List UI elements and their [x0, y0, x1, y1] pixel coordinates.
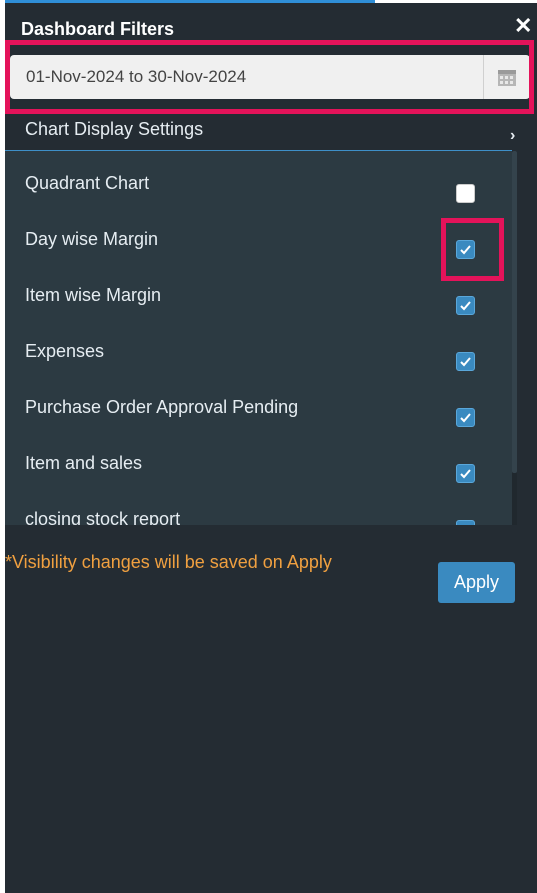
- checkbox[interactable]: [456, 464, 475, 483]
- list-item: Item and sales: [5, 431, 512, 487]
- apply-button[interactable]: Apply: [438, 562, 515, 603]
- check-icon: [460, 413, 471, 423]
- panel-title: Dashboard Filters: [21, 19, 175, 39]
- list-scrollbar[interactable]: [512, 151, 517, 525]
- date-range-field[interactable]: 01-Nov-2024 to 30-Nov-2024: [10, 55, 530, 99]
- calendar-icon[interactable]: [483, 55, 530, 99]
- checkbox[interactable]: [456, 296, 475, 315]
- checkbox[interactable]: [456, 520, 475, 525]
- scrollbar-thumb[interactable]: [512, 151, 517, 473]
- check-icon: [460, 301, 471, 311]
- list-item: Item wise Margin: [5, 263, 512, 319]
- chart-visibility-list: Quadrant Chart Day wise Margin Item wise…: [5, 151, 512, 525]
- visibility-note: *Visibility changes will be saved on App…: [5, 552, 332, 572]
- list-item: Purchase Order Approval Pending: [5, 375, 512, 431]
- item-label: Purchase Order Approval Pending: [25, 397, 299, 417]
- check-icon: [460, 357, 471, 367]
- date-range-value[interactable]: 01-Nov-2024 to 30-Nov-2024: [26, 67, 246, 87]
- list-item: Day wise Margin: [5, 207, 512, 263]
- chart-display-settings-toggle[interactable]: Chart Display Settings ›: [5, 113, 537, 151]
- checkbox[interactable]: [456, 240, 475, 259]
- item-label: closing stock report: [25, 509, 181, 525]
- close-icon[interactable]: ✕: [514, 14, 532, 38]
- item-label: Day wise Margin: [25, 229, 159, 249]
- check-icon: [460, 245, 471, 255]
- checkbox[interactable]: [456, 352, 475, 371]
- chevron-right-icon[interactable]: ›: [510, 127, 515, 145]
- item-label: Item and sales: [25, 453, 143, 473]
- checkbox[interactable]: [456, 184, 475, 203]
- item-label: Expenses: [25, 341, 105, 361]
- chart-display-settings-label: Chart Display Settings: [25, 119, 204, 139]
- item-label: Quadrant Chart: [25, 173, 150, 193]
- dashboard-filters-panel: Dashboard Filters ✕ 01-Nov-2024 to 30-No…: [5, 3, 537, 893]
- checkbox[interactable]: [456, 408, 475, 427]
- list-item: Quadrant Chart: [5, 151, 512, 207]
- check-icon: [459, 523, 472, 525]
- item-label: Item wise Margin: [25, 285, 162, 305]
- list-item: closing stock report: [5, 487, 512, 525]
- list-item: Expenses: [5, 319, 512, 375]
- check-icon: [460, 469, 471, 479]
